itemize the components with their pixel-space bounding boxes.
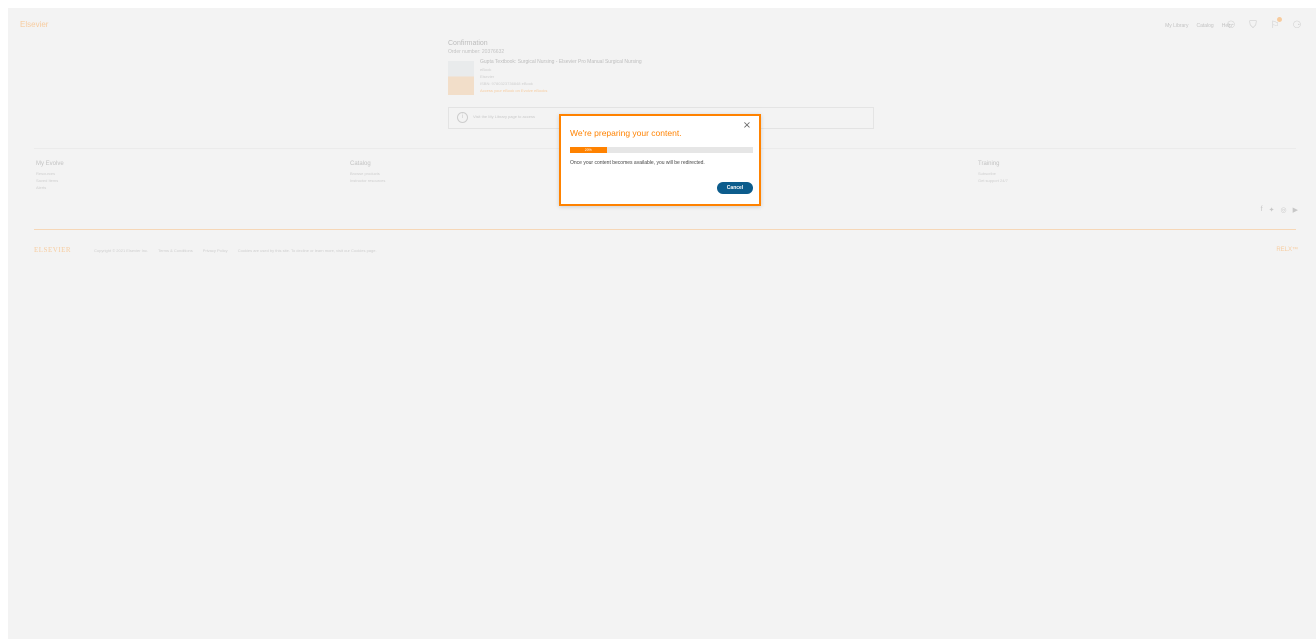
top-strip [0,0,1316,8]
facebook-icon[interactable]: f [1261,206,1263,214]
twitter-icon[interactable]: ✦ [1269,206,1275,214]
copyright-text: Copyright © 2021 Elsevier Inc. [94,248,149,253]
progress-bar: 20% [570,147,753,153]
footer-link[interactable]: Browse products [350,170,385,177]
privacy-link[interactable]: Privacy Policy [203,248,228,253]
social-links: f ✦ ◎ ▶ [1261,206,1298,214]
book-cover-image [448,61,474,95]
footer-accent-rule [34,229,1296,230]
confirmation-title: Confirmation [448,40,488,47]
preparing-content-dialog: We're preparing your content. × 20% Once… [559,114,761,206]
notification-icon[interactable]: ⚐ [1270,17,1282,32]
youtube-icon[interactable]: ▶ [1293,206,1298,214]
close-icon[interactable]: × [741,120,753,132]
footer-column-catalog: Catalog Browse products Instructor resou… [350,161,385,184]
book-isbn: ISBN: 9780323736848 eBook [480,81,533,86]
user-icon[interactable]: ⚇ [1226,20,1236,32]
footer-column-training: Training Subscribe Get support 24/7 [978,161,1008,184]
book-publisher: Elsevier [480,74,495,79]
nav-catalog[interactable]: Catalog [1196,23,1213,29]
footer-link[interactable]: Get support 24/7 [978,177,1008,184]
header-nav: My Library Catalog Help [1165,23,1232,29]
cookies-text[interactable]: Cookies are used by this site. To declin… [238,248,377,253]
instagram-icon[interactable]: ◎ [1281,206,1287,214]
notification-badge [1277,17,1282,22]
page-background: Elsevier My Library Catalog Help ⚇ ⛉ ⚐ ⚆… [8,8,1316,639]
cancel-button[interactable]: Cancel [717,182,753,194]
legal-links: Copyright © 2021 Elsevier Inc. Terms & C… [94,248,377,253]
progress-fill: 20% [570,147,607,153]
footer-link[interactable]: Saved Items [36,177,64,184]
notice-text: Visit the My Library page to access [473,114,535,119]
book-title[interactable]: Gupta Textbook: Surgical Nursing - Elsev… [480,59,642,66]
terms-link[interactable]: Terms & Conditions [158,248,193,253]
cart-icon[interactable]: ⛉ [1248,20,1258,32]
browser-viewport: Elsevier My Library Catalog Help ⚇ ⛉ ⚐ ⚆… [8,8,1316,639]
confirmation-section: Confirmation Order number: 20376632 Gupt… [448,40,878,101]
dialog-message: Once your content becomes available, you… [570,160,705,166]
footer-link[interactable]: Instructor resources [350,177,385,184]
account-icon[interactable]: ⚆ [1292,20,1302,32]
elsevier-wordmark[interactable]: ELSEVIER [34,246,71,254]
order-number: Order number: 20376632 [448,49,505,55]
elsevier-logo[interactable]: Elsevier [20,20,48,29]
footer-column-heading: Training [978,161,1000,167]
book-format: eBook [480,67,492,72]
footer-link[interactable]: Alerts [36,184,64,191]
info-icon: i [457,112,468,123]
footer-column-heading: My Evolve [36,161,64,167]
footer-link[interactable]: Resources [36,170,64,177]
dialog-title: We're preparing your content. [570,128,682,138]
footer-column-my-evolve: My Evolve Resources Saved Items Alerts [36,161,64,191]
relx-logo[interactable]: RELX™ [1276,247,1298,253]
book-info: Gupta Textbook: Surgical Nursing - Elsev… [480,59,642,94]
footer-link[interactable]: Subscribe [978,170,1008,177]
book-access-link[interactable]: Access your eBook on Evolve eBooks [480,87,642,94]
nav-my-library[interactable]: My Library [1165,23,1188,29]
footer-column-heading: Catalog [350,161,371,167]
book-row: Gupta Textbook: Surgical Nursing - Elsev… [448,59,878,101]
header-icons: ⚇ ⛉ ⚐ ⚆ [1226,17,1302,32]
